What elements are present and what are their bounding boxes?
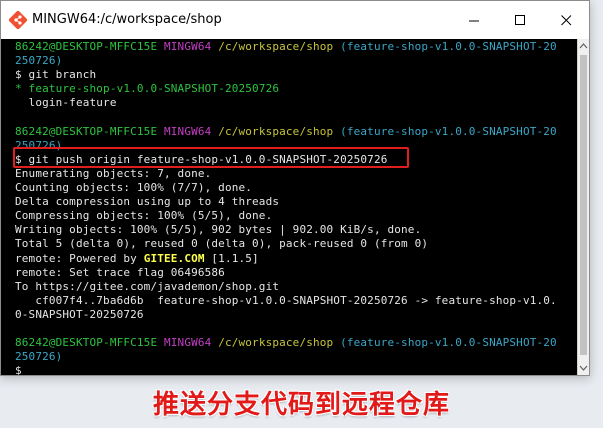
terminal-line: cf007f4..7ba6d6b feature-shop-v1.0.0-SNA… (15, 294, 557, 308)
close-button[interactable] (543, 1, 589, 39)
terminal-text: $ git push origin feature-shop-v1.0.0-SN… (15, 152, 388, 166)
vertical-scrollbar[interactable] (577, 39, 589, 375)
minimize-button[interactable] (451, 1, 497, 39)
terminal-line: 250726) (15, 54, 62, 68)
terminal-text: [1.1.5] (204, 251, 259, 265)
scroll-down-icon[interactable] (578, 363, 589, 373)
close-icon (560, 14, 571, 25)
terminal-window: MINGW64:/c/workspace/shop 86242@DESKTOP-… (0, 0, 590, 376)
terminal-line: $ (15, 364, 22, 375)
terminal-line: login-feature (15, 96, 117, 110)
terminal-text: 250726) (15, 138, 63, 152)
terminal-text: MINGW64 (164, 336, 219, 350)
terminal-text: * feature-shop-v1.0.0-SNAPSHOT-20250726 (15, 82, 280, 96)
terminal-line: 86242@DESKTOP-MFFC15E MINGW64 /c/workspa… (15, 336, 557, 350)
terminal-text: 86242@DESKTOP-MFFC15E (15, 124, 164, 138)
terminal-text: Enumerating objects: 7, done. (15, 166, 212, 180)
terminal-text: Total 5 (delta 0), reused 0 (delta 0), p… (15, 237, 429, 251)
terminal-line: $ git branch (15, 68, 96, 82)
terminal-line: * feature-shop-v1.0.0-SNAPSHOT-20250726 (15, 82, 279, 96)
terminal-text: Counting objects: 100% (7/7), done. (15, 181, 253, 194)
terminal-line: 0-SNAPSHOT-20250726 (15, 308, 144, 322)
maximize-icon (514, 14, 525, 25)
terminal-text: MINGW64 (164, 124, 219, 138)
terminal-text: 86242@DESKTOP-MFFC15E (15, 336, 164, 350)
terminal-line: remote: Set trace flag 06496586 (15, 266, 225, 280)
scrollbar-thumb[interactable] (580, 55, 587, 355)
terminal-text: (feature-shop-v1.0.0-SNAPSHOT-20 (340, 124, 557, 138)
terminal-line: To https://gitee.com/javademon/shop.git (15, 280, 279, 294)
terminal-text: (feature-shop-v1.0.0-SNAPSHOT-20 (340, 40, 557, 53)
terminal-text: Writing objects: 100% (5/5), 902 bytes |… (15, 223, 422, 237)
terminal-text: $ git branch (15, 68, 97, 82)
terminal-text: $ (15, 364, 22, 375)
terminal-text: 250726) (15, 350, 63, 364)
title-bar[interactable]: MINGW64:/c/workspace/shop (1, 1, 589, 39)
terminal-output[interactable]: 86242@DESKTOP-MFFC15E MINGW64 /c/workspa… (1, 39, 577, 375)
terminal-text: remote: Set trace flag 06496586 (15, 265, 225, 279)
terminal-line: Total 5 (delta 0), reused 0 (delta 0), p… (15, 237, 428, 251)
terminal-text: Compressing objects: 100% (5/5), done. (15, 209, 273, 223)
terminal-line: remote: Powered by GITEE.COM [1.1.5] (15, 252, 259, 266)
terminal-text: Delta compression using up to 4 threads (15, 195, 280, 209)
git-bash-icon (9, 11, 27, 29)
terminal-line: 86242@DESKTOP-MFFC15E MINGW64 /c/workspa… (15, 125, 557, 139)
terminal-line: Writing objects: 100% (5/5), 902 bytes |… (15, 223, 421, 237)
minimize-icon (468, 20, 479, 21)
scroll-up-icon[interactable] (578, 41, 589, 51)
terminal-text: To https://gitee.com/javademon/shop.git (15, 279, 280, 293)
terminal-text: 250726) (15, 54, 63, 68)
terminal-line: Enumerating objects: 7, done. (15, 167, 211, 181)
terminal-text: MINGW64 (164, 40, 219, 53)
caption-text: 推送分支代码到远程仓库 (152, 389, 450, 420)
terminal-text: 0-SNAPSHOT-20250726 (15, 307, 144, 321)
maximize-button[interactable] (497, 1, 543, 39)
terminal-text: GITEE.COM (143, 251, 205, 265)
terminal-text: 86242@DESKTOP-MFFC15E (15, 40, 164, 53)
window-title: MINGW64:/c/workspace/shop (32, 12, 222, 27)
terminal-line: Delta compression using up to 4 threads (15, 195, 279, 209)
terminal-line: 86242@DESKTOP-MFFC15E MINGW64 /c/workspa… (15, 40, 557, 54)
terminal-text: cf007f4..7ba6d6b feature-shop-v1.0.0-SNA… (15, 293, 557, 307)
terminal-line: 250726) (15, 350, 62, 364)
terminal-text: /c/workspace/shop (218, 40, 341, 53)
terminal-text: login-feature (15, 96, 117, 110)
terminal-text: remote: Powered by (15, 251, 144, 265)
terminal-line: $ git push origin feature-shop-v1.0.0-SN… (15, 153, 388, 167)
terminal-line: Counting objects: 100% (7/7), done. (15, 181, 252, 195)
terminal-text: (feature-shop-v1.0.0-SNAPSHOT-20 (340, 336, 557, 350)
terminal-text: /c/workspace/shop (218, 124, 341, 138)
terminal-line: 250726) (15, 139, 62, 153)
terminal-line: Compressing objects: 100% (5/5), done. (15, 209, 272, 223)
terminal-text: /c/workspace/shop (218, 336, 341, 350)
